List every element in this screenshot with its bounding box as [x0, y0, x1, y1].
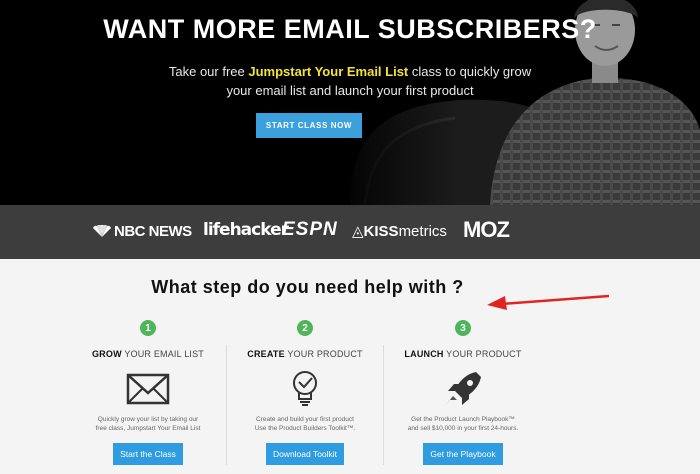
step-heading: CREATE YOUR PRODUCT — [230, 349, 380, 359]
hero-subtitle: Take our free Jumpstart Your Email List … — [100, 62, 600, 100]
lightbulb-icon — [293, 371, 317, 406]
peacock-icon — [93, 225, 111, 237]
step-heading-rest: YOUR EMAIL LIST — [121, 349, 205, 359]
kissmetrics-rest: metrics — [398, 223, 447, 240]
step-heading: GROW YOUR EMAIL LIST — [73, 349, 223, 359]
nbc-news-text: NBC NEWS — [114, 223, 192, 240]
start-the-class-button[interactable]: Start the Class — [113, 443, 183, 465]
kissmetrics-mark-icon: ◬ — [352, 223, 364, 240]
moz-logo: MOZ — [463, 217, 510, 242]
hero-section: WANT MORE EMAIL SUBSCRIBERS? Take our fr… — [0, 0, 700, 205]
step-heading-rest: YOUR PRODUCT — [443, 349, 522, 359]
step-number: 1 — [140, 320, 156, 336]
step-desc-line2: Use the Product Builders Toolkit™. — [254, 425, 356, 432]
lifehacker-logo: lifehacker — [203, 220, 289, 240]
step-heading-rest: YOUR PRODUCT — [284, 349, 363, 359]
step-desc-line1: Quickly grow your list by taking our — [97, 416, 199, 423]
step-heading-bold: GROW — [91, 349, 122, 359]
step-description: Get the Product Launch Playbook™ and sel… — [398, 415, 528, 433]
nbc-news-logo: NBC NEWS — [92, 223, 192, 240]
get-the-playbook-button[interactable]: Get the Playbook — [423, 443, 503, 465]
step-desc-line2: and sell $10,000 in your first 24-hours. — [407, 425, 519, 432]
hero-title: WANT MORE EMAIL SUBSCRIBERS? — [103, 14, 597, 44]
step-desc-line1: Create and build your first product — [256, 416, 354, 423]
espn-logo: ESPN — [282, 219, 338, 240]
step-heading-bold: CREATE — [247, 349, 285, 359]
column-divider — [383, 345, 384, 465]
start-class-button[interactable]: START CLASS NOW — [256, 113, 362, 138]
hero-subtitle-line2: your email list and launch your first pr… — [226, 83, 474, 98]
step-number: 2 — [297, 320, 313, 336]
column-divider — [226, 345, 227, 465]
hero-subtitle-pre: Take our free — [168, 64, 249, 79]
hero-subtitle-highlight: Jumpstart Your Email List — [248, 64, 409, 79]
envelope-icon — [126, 373, 170, 405]
step-heading-bold: LAUNCH — [404, 349, 444, 359]
step-create: 2 CREATE YOUR PRODUCT Create and build y… — [230, 320, 380, 465]
step-grow: 1 GROW YOUR EMAIL LIST Quickly grow your… — [73, 320, 223, 465]
hero-subtitle-post: class to quickly grow — [408, 64, 532, 79]
step-desc-line2: free class, Jumpstart Your Email List — [95, 425, 201, 432]
press-logo-bar: NBC NEWS lifehacker ESPN ◬KISSmetrics MO… — [0, 205, 700, 259]
step-desc-line1: Get the Product Launch Playbook™ — [411, 416, 515, 423]
step-number: 3 — [455, 320, 471, 336]
red-arrow-icon — [487, 294, 610, 310]
step-description: Quickly grow your list by taking our fre… — [83, 415, 213, 433]
rocket-icon — [445, 372, 481, 406]
step-launch: 3 LAUNCH YOUR PRODUCT Get the Product La… — [388, 320, 538, 465]
step-description: Create and build your first product Use … — [240, 415, 370, 433]
kissmetrics-logo: ◬KISSmetrics — [352, 222, 447, 240]
kissmetrics-bold: KISS — [363, 223, 399, 240]
download-toolkit-button[interactable]: Download Toolkit — [265, 443, 345, 465]
step-heading: LAUNCH YOUR PRODUCT — [388, 349, 538, 359]
